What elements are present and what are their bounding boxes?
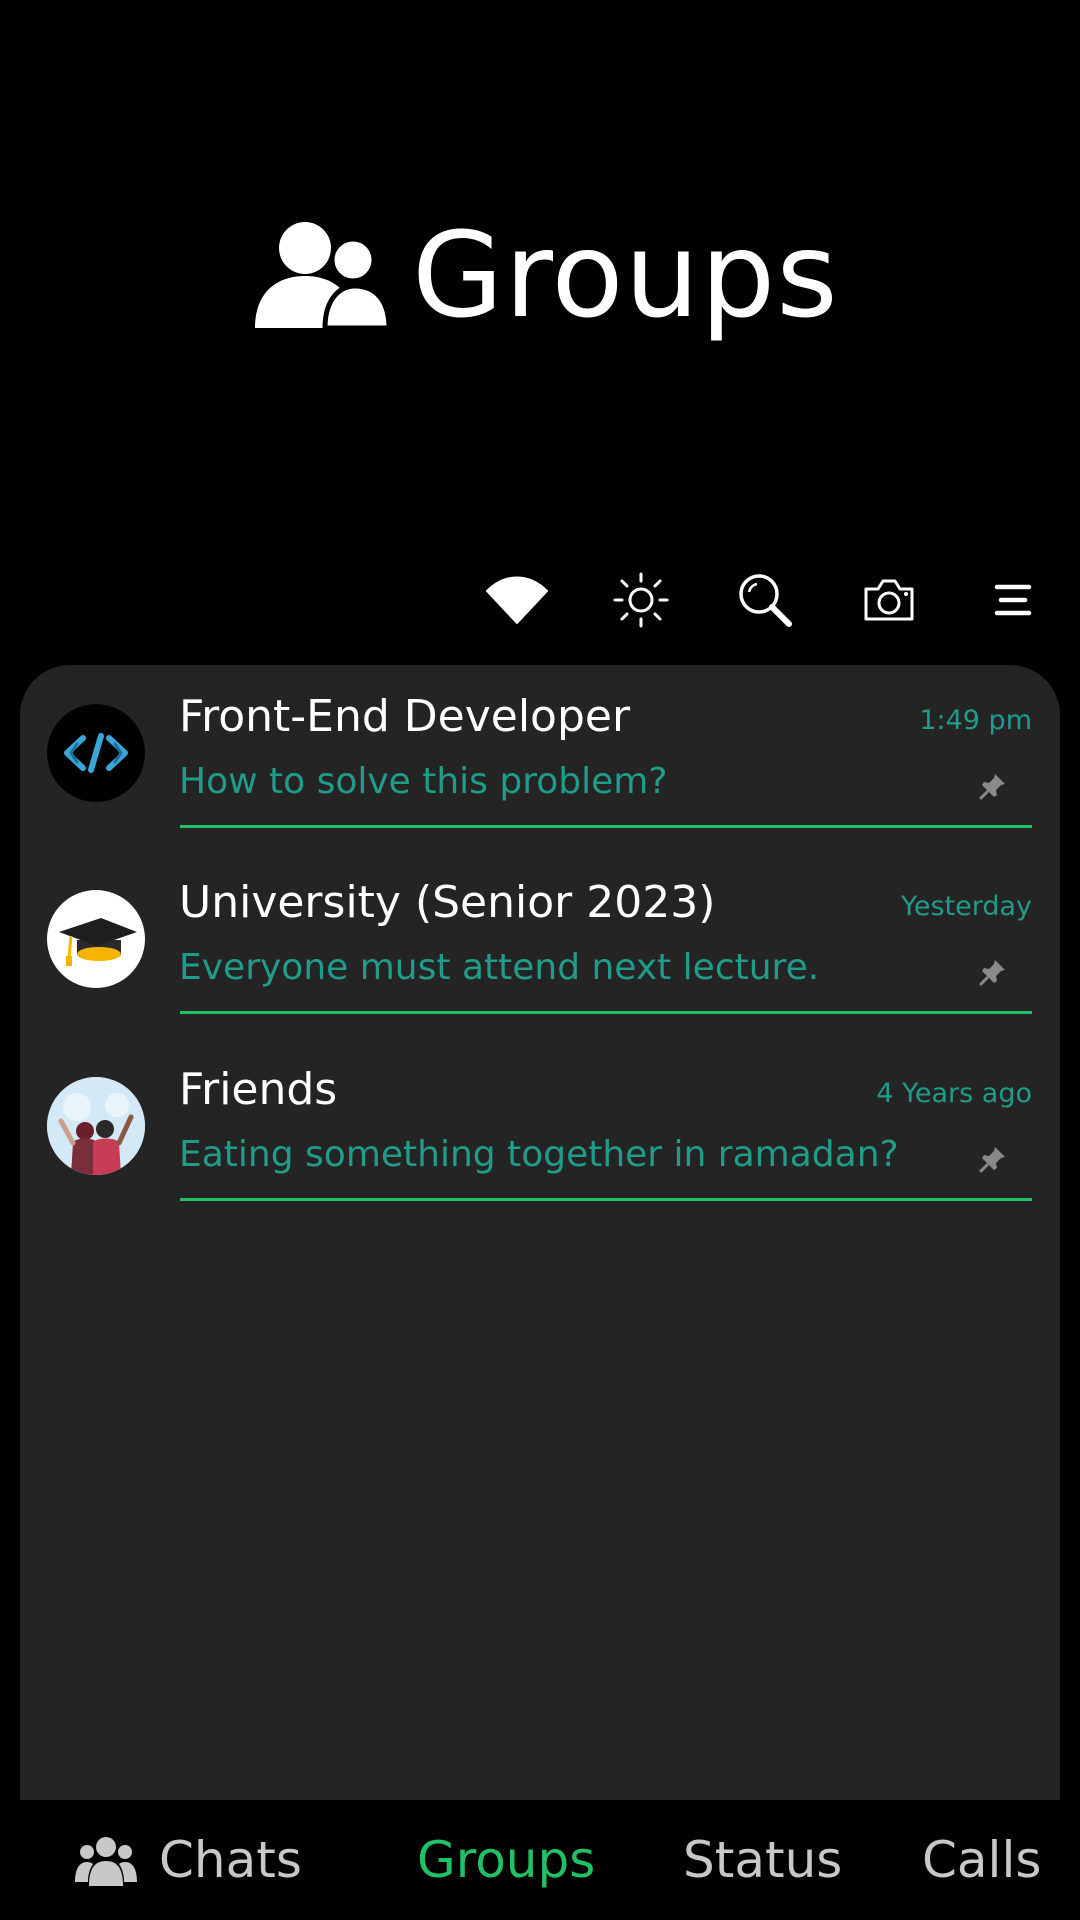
friends-illustration-avatar [47, 1077, 145, 1175]
graduation-cap-avatar [47, 890, 145, 988]
group-name: Front-End Developer [179, 691, 631, 742]
people-group-icon [255, 222, 390, 331]
brightness-button[interactable] [579, 565, 703, 635]
menu-button[interactable] [951, 565, 1075, 635]
brightness-icon [613, 572, 669, 628]
group-time: 1:49 pm [919, 705, 1032, 736]
menu-icon [994, 584, 1032, 616]
group-time: 4 Years ago [876, 1078, 1032, 1109]
tab-chats[interactable]: Chats [75, 1800, 302, 1920]
wifi-button[interactable] [455, 565, 579, 635]
tab-calls-label: Calls [922, 1831, 1042, 1889]
bottom-nav: Chats Groups Status Calls [0, 1800, 1080, 1920]
group-time: Yesterday [900, 891, 1032, 922]
header: Groups [0, 0, 1080, 628]
tab-groups[interactable]: Groups [417, 1800, 595, 1920]
tab-chats-label: Chats [159, 1831, 302, 1889]
page-title: Groups [255, 215, 839, 335]
page-title-text: Groups [412, 206, 839, 344]
groups-list: Front-End Developer 1:49 pm How to solve… [20, 665, 1060, 1800]
group-last-message: How to solve this problem? [179, 761, 668, 802]
row-divider [180, 1011, 1032, 1014]
wifi-icon [486, 576, 548, 624]
groups-screen: Groups Front-End Developer 1:49 pm How t… [0, 0, 1080, 1920]
code-logo-avatar [47, 704, 145, 802]
camera-button[interactable] [827, 565, 951, 635]
group-row[interactable]: Front-End Developer 1:49 pm How to solve… [20, 665, 1060, 851]
people-group-icon [75, 1837, 137, 1886]
tab-status-label: Status [683, 1831, 843, 1889]
group-last-message: Everyone must attend next lecture. [179, 947, 820, 988]
toolbar [455, 565, 1075, 635]
group-row[interactable]: Friends 4 Years ago Eating something tog… [20, 1038, 1060, 1224]
group-name: University (Senior 2023) [179, 877, 716, 928]
group-name: Friends [179, 1064, 338, 1115]
group-last-message: Eating something together in ramadan? [179, 1134, 899, 1175]
tab-groups-label: Groups [417, 1831, 596, 1889]
search-button[interactable] [703, 565, 827, 635]
row-divider [180, 825, 1032, 828]
tab-calls[interactable]: Calls [922, 1800, 1041, 1920]
tab-status[interactable]: Status [683, 1800, 842, 1920]
pin-icon [979, 960, 1005, 986]
search-icon [739, 574, 792, 627]
pin-icon [979, 1147, 1005, 1173]
camera-icon [864, 579, 914, 621]
row-divider [180, 1198, 1032, 1201]
group-row[interactable]: University (Senior 2023) Yesterday Every… [20, 851, 1060, 1037]
pin-icon [979, 774, 1005, 800]
